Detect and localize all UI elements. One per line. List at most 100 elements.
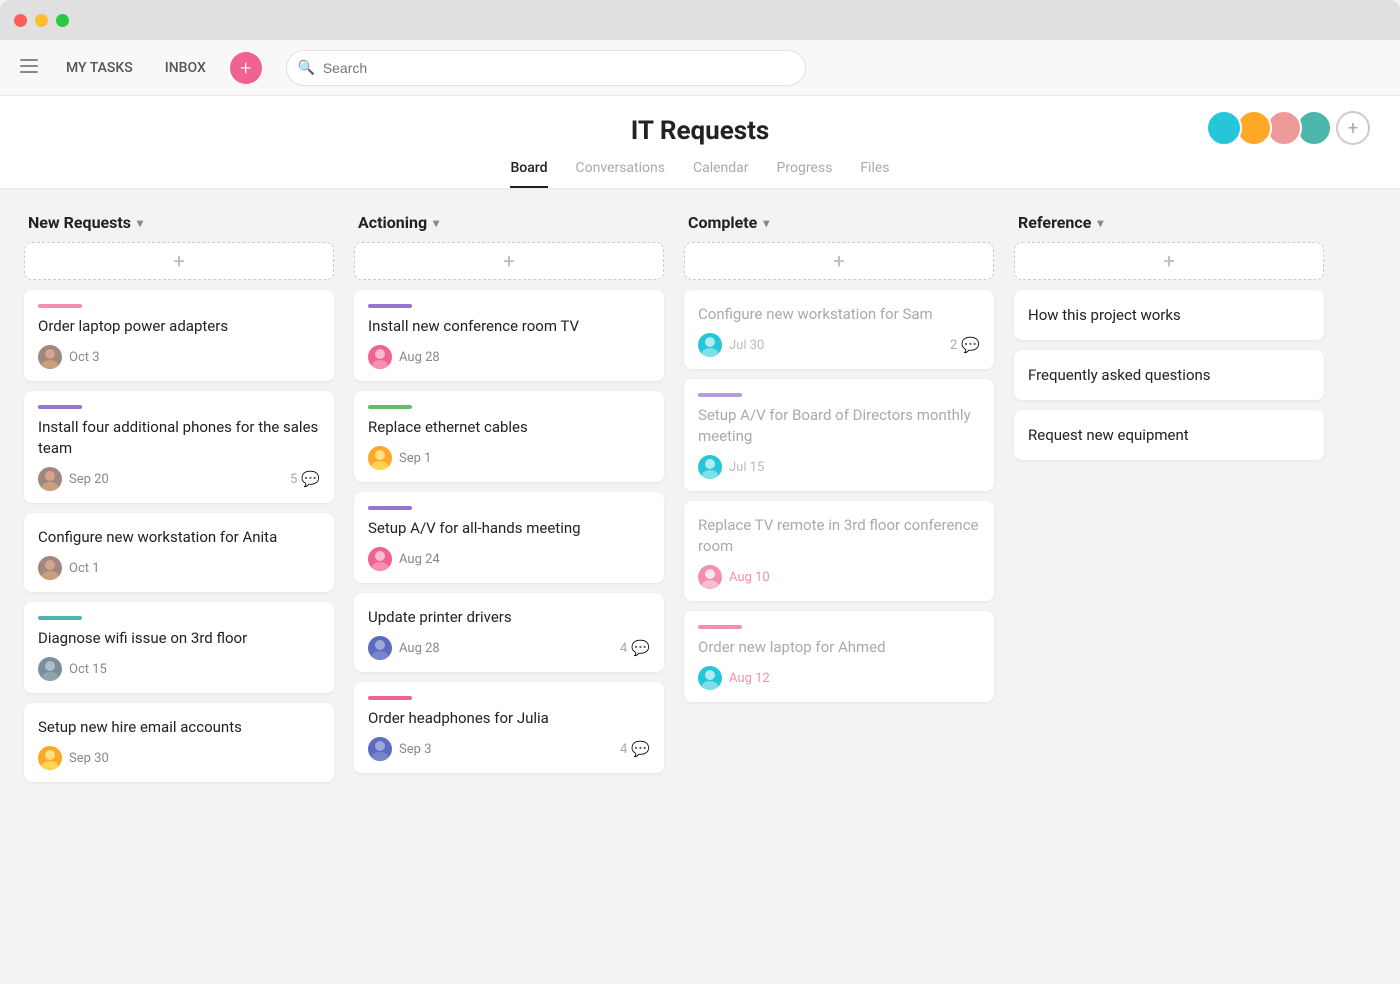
card-date: Oct 1 [69,561,100,576]
card-avatar [368,737,392,761]
card-install-phones[interactable]: Install four additional phones for the s… [24,391,334,503]
ref-card-title: How this project works [1028,306,1181,324]
chevron-down-icon[interactable]: ▾ [1097,216,1103,230]
card-configure-anita[interactable]: Configure new workstation for Anita Oct … [24,513,334,592]
comment-count: 2 [950,338,957,353]
comment-count: 4 [620,742,627,757]
avatar-1[interactable] [1206,110,1242,146]
top-nav: MY TASKS INBOX + 🔍 [0,40,1400,96]
board: New Requests ▾ + Order laptop power adap… [0,189,1400,983]
card-stripe [368,405,412,409]
card-avatar [38,467,62,491]
card-date: Aug 10 [729,570,770,585]
close-dot[interactable] [14,14,27,27]
card-configure-sam[interactable]: Configure new workstation for Sam Jul 30… [684,290,994,369]
card-conference-tv[interactable]: Install new conference room TV Aug 28 [354,290,664,381]
card-title: Setup A/V for all-hands meeting [368,518,650,539]
add-member-button[interactable]: + [1336,111,1370,145]
add-button[interactable]: + [230,52,262,84]
card-footer: Aug 24 [368,547,650,571]
card-printer-drivers[interactable]: Update printer drivers Aug 28 4 💬 [354,593,664,672]
column-title-actioning: Actioning [358,213,427,232]
card-title: Replace ethernet cables [368,417,650,438]
ref-card-faq[interactable]: Frequently asked questions [1014,350,1324,400]
card-date: Aug 28 [399,350,440,365]
card-avatar [698,333,722,357]
card-footer: Oct 1 [38,556,320,580]
project-title: IT Requests [0,116,1400,146]
ref-card-request-equipment[interactable]: Request new equipment [1014,410,1324,460]
card-title: Setup A/V for Board of Directors monthly… [698,405,980,447]
chevron-down-icon[interactable]: ▾ [433,216,439,230]
card-date: Sep 20 [69,472,109,487]
card-date: Jul 30 [729,338,764,353]
card-comments: 5 💬 [290,470,320,488]
card-laptop-ahmed[interactable]: Order new laptop for Ahmed Aug 12 [684,611,994,702]
tab-calendar[interactable]: Calendar [693,160,749,188]
card-title: Order new laptop for Ahmed [698,637,980,658]
card-title: Configure new workstation for Anita [38,527,320,548]
chevron-down-icon[interactable]: ▾ [137,216,143,230]
project-header: + IT Requests Board Conversations Calend… [0,96,1400,189]
minimize-dot[interactable] [35,14,48,27]
search-input[interactable] [286,50,806,86]
hamburger-icon[interactable] [16,53,42,82]
card-headphones-julia[interactable]: Order headphones for Julia Sep 3 4 💬 [354,682,664,773]
comment-icon: 💬 [301,470,320,488]
tab-conversations[interactable]: Conversations [576,160,665,188]
tab-board[interactable]: Board [510,160,547,188]
card-title: Install four additional phones for the s… [38,417,320,459]
comment-icon: 💬 [961,336,980,354]
card-avatar [38,345,62,369]
column-header-new-requests: New Requests ▾ [24,213,334,232]
tab-files[interactable]: Files [860,160,889,188]
card-title: Order laptop power adapters [38,316,320,337]
ref-card-how-project-works[interactable]: How this project works [1014,290,1324,340]
add-card-complete[interactable]: + [684,242,994,280]
card-avatar [38,556,62,580]
inbox-nav[interactable]: INBOX [157,56,214,80]
add-card-new-requests[interactable]: + [24,242,334,280]
card-footer: Jul 15 [698,455,980,479]
card-av-allhands[interactable]: Setup A/V for all-hands meeting Aug 24 [354,492,664,583]
card-date: Sep 1 [399,451,431,466]
card-comments: 4 💬 [620,639,650,657]
card-title: Install new conference room TV [368,316,650,337]
card-ethernet-cables[interactable]: Replace ethernet cables Sep 1 [354,391,664,482]
card-setup-email[interactable]: Setup new hire email accounts Sep 30 [24,703,334,782]
card-tv-remote[interactable]: Replace TV remote in 3rd floor conferenc… [684,501,994,601]
tab-progress[interactable]: Progress [777,160,833,188]
card-comments: 4 💬 [620,740,650,758]
column-header-reference: Reference ▾ [1014,213,1324,232]
card-title: Order headphones for Julia [368,708,650,729]
card-title: Configure new workstation for Sam [698,304,980,325]
card-title: Update printer drivers [368,607,650,628]
card-avatar [368,345,392,369]
project-tabs: Board Conversations Calendar Progress Fi… [0,160,1400,188]
card-title: Setup new hire email accounts [38,717,320,738]
card-avatar [698,666,722,690]
card-date: Sep 3 [399,742,431,757]
card-date: Oct 3 [69,350,100,365]
comment-count: 4 [620,641,627,656]
chevron-down-icon[interactable]: ▾ [763,216,769,230]
ref-card-title: Frequently asked questions [1028,366,1211,384]
card-stripe [368,304,412,308]
card-date: Aug 12 [729,671,770,686]
card-diagnose-wifi[interactable]: Diagnose wifi issue on 3rd floor Oct 15 [24,602,334,693]
column-actioning: Actioning ▾ + Install new conference roo… [354,213,664,959]
card-footer: Aug 28 [368,345,650,369]
search-icon: 🔍 [298,60,315,76]
column-title-complete: Complete [688,213,757,232]
add-card-actioning[interactable]: + [354,242,664,280]
my-tasks-nav[interactable]: MY TASKS [58,56,141,80]
card-av-board[interactable]: Setup A/V for Board of Directors monthly… [684,379,994,491]
maximize-dot[interactable] [56,14,69,27]
card-stripe [698,625,742,629]
column-reference: Reference ▾ + How this project works Fre… [1014,213,1324,959]
card-avatar [38,746,62,770]
add-card-reference[interactable]: + [1014,242,1324,280]
card-order-laptop[interactable]: Order laptop power adapters Oct 3 [24,290,334,381]
comment-icon: 💬 [631,639,650,657]
card-stripe [38,616,82,620]
